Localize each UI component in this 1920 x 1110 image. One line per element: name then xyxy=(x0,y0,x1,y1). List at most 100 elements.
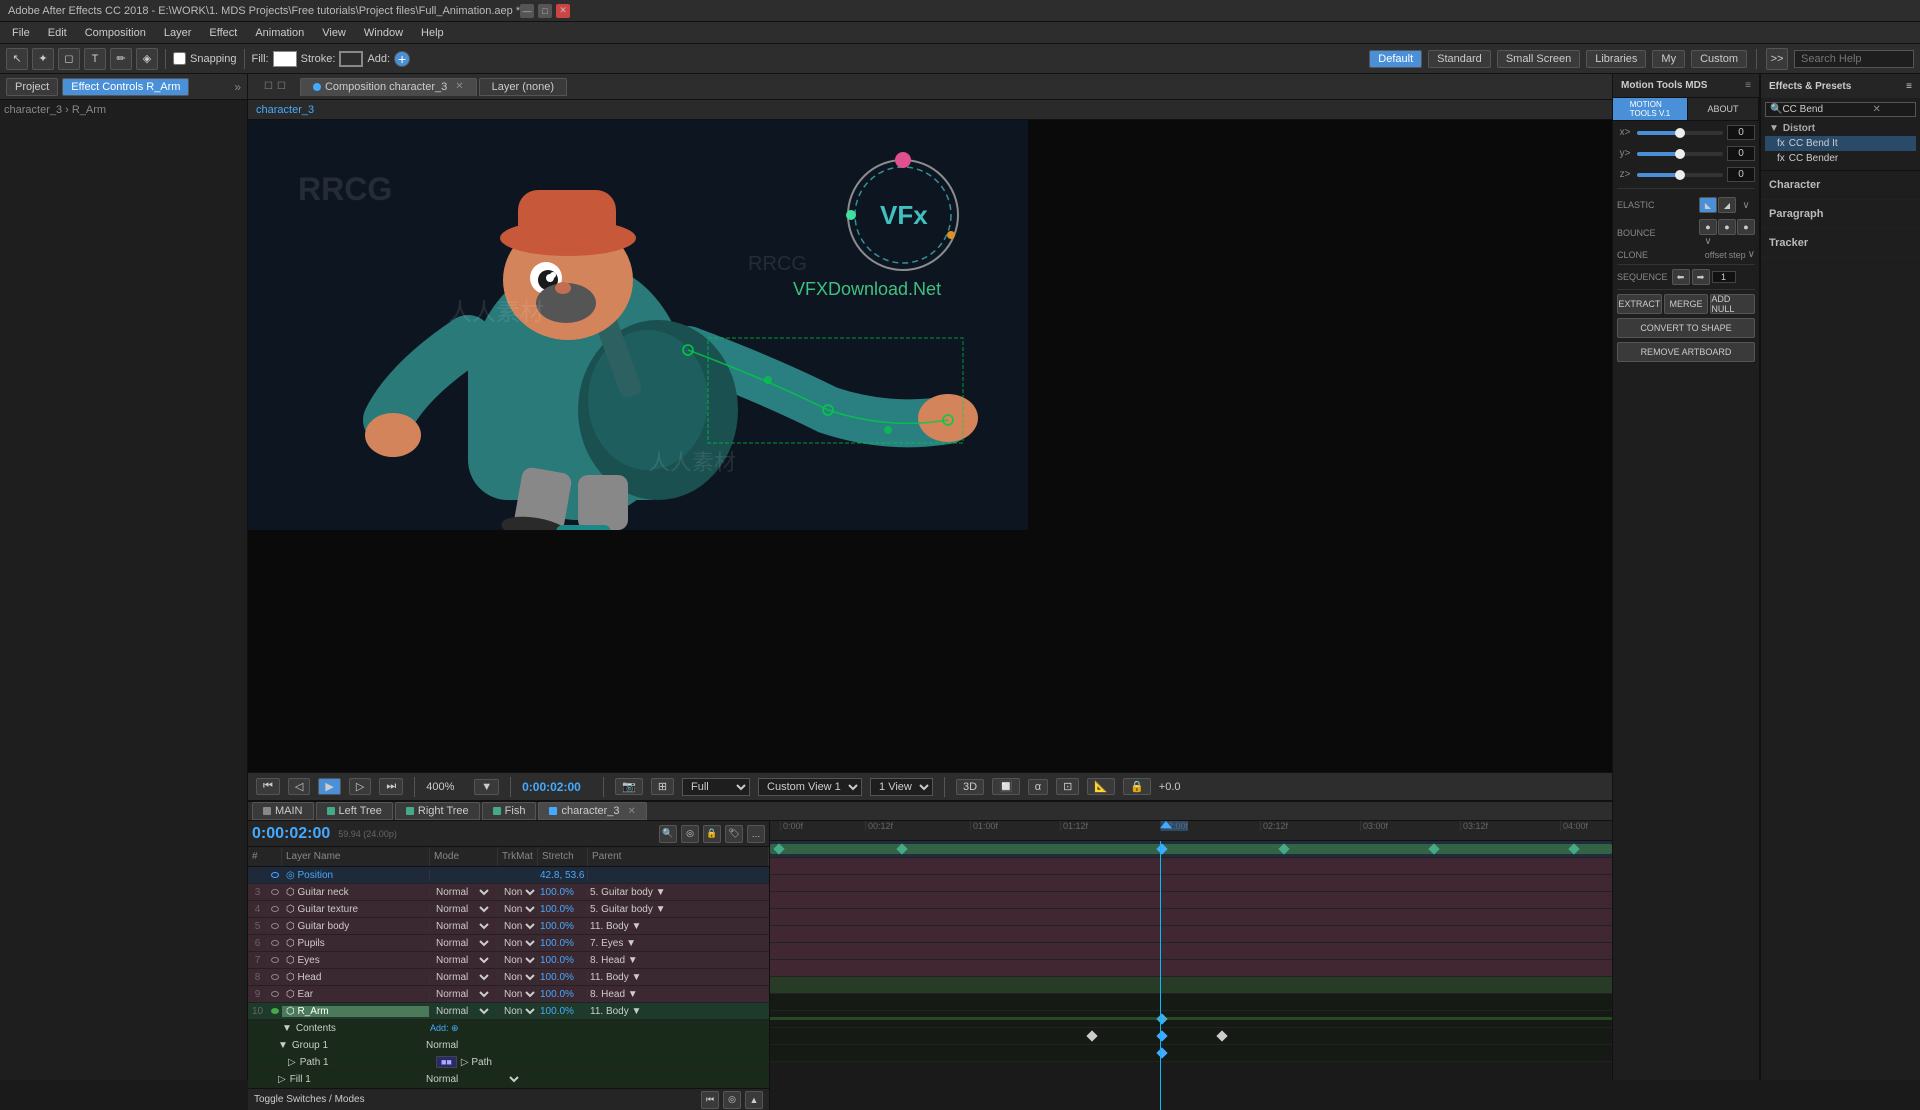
layer-row-4[interactable]: 4 ⬡ Guitar texture Normal None 100.0% 5.… xyxy=(248,901,769,918)
layer-row-6[interactable]: 6 ⬡ Pupils Normal None 100.0% 7. Eyes ▼ xyxy=(248,935,769,952)
mt-z-value[interactable] xyxy=(1727,167,1755,182)
trmmt-select-7[interactable]: None xyxy=(500,954,538,967)
layer-row-contents[interactable]: ▼Contents Add: ⊕ xyxy=(248,1020,769,1037)
tl-bottom-icon-1[interactable]: ⏮ xyxy=(701,1091,719,1109)
mt-elastic-btn-1[interactable]: ◣ xyxy=(1699,197,1717,213)
viewer-timeline-btn[interactable]: ⏮ xyxy=(256,778,280,795)
mt-x-slider[interactable] xyxy=(1637,131,1723,135)
preset-custom[interactable]: Custom xyxy=(1691,50,1747,68)
tl-icon-more[interactable]: … xyxy=(747,825,765,843)
add-button[interactable]: + xyxy=(394,51,410,67)
layer-row-path1[interactable]: ▷Path 1 ■■ ▷ Path xyxy=(248,1054,769,1071)
menu-layer[interactable]: Layer xyxy=(156,25,200,41)
kf-path1-1[interactable] xyxy=(1086,1030,1097,1041)
viewer-prev-frame[interactable]: ◁ xyxy=(288,778,310,795)
effects-presets-collapse[interactable]: ≡ xyxy=(1906,81,1912,92)
fill1-mode-select[interactable] xyxy=(462,1073,522,1085)
ep-folder-distort[interactable]: ▼ Distort xyxy=(1765,121,1916,136)
ep-item-cc-bend-it[interactable]: fx CC Bend It xyxy=(1765,136,1916,151)
motion-tools-collapse[interactable]: ≡ xyxy=(1745,80,1751,91)
menu-animation[interactable]: Animation xyxy=(247,25,312,41)
mt-elastic-expand[interactable]: ∨ xyxy=(1737,197,1755,213)
tl-tab-right-tree[interactable]: Right Tree xyxy=(395,802,480,820)
preset-my[interactable]: My xyxy=(1652,50,1685,68)
mt-x-value[interactable] xyxy=(1727,125,1755,140)
mt-remove-artboard-btn[interactable]: REMOVE ARTBOARD xyxy=(1617,342,1755,362)
trmmt-select-9[interactable]: None xyxy=(500,988,538,1001)
brush-tool[interactable]: ✏ xyxy=(110,48,132,70)
mt-y-value[interactable] xyxy=(1727,146,1755,161)
mt-convert-shape-btn[interactable]: CONVERT TO SHAPE xyxy=(1617,318,1755,338)
mt-seq-left[interactable]: ⬅ xyxy=(1672,269,1690,285)
viewer-play-btn[interactable]: ▶ xyxy=(318,778,340,795)
viewer-grid-btn[interactable]: ⊞ xyxy=(651,778,674,795)
mp-tab-motion[interactable]: MOTIONTOOLS V.1 xyxy=(1613,98,1688,120)
fill-color-swatch[interactable] xyxy=(273,51,297,67)
left-panel-expand[interactable]: » xyxy=(234,80,241,94)
tl-tab-main[interactable]: MAIN xyxy=(252,802,314,820)
layer-row-7[interactable]: 7 ⬡ Eyes Normal None 100.0% 8. Head ▼ xyxy=(248,952,769,969)
tl-tab-fish[interactable]: Fish xyxy=(482,802,537,820)
mt-extract-btn[interactable]: EXTRACT xyxy=(1617,294,1662,314)
tab-effect-controls[interactable]: Effect Controls R_Arm xyxy=(62,78,189,96)
tl-icon-lock[interactable]: 🔒 xyxy=(703,825,721,843)
menu-effect[interactable]: Effect xyxy=(201,25,245,41)
select-tool[interactable]: ↖ xyxy=(6,48,28,70)
layer-row-group1[interactable]: ▼Group 1 Normal xyxy=(248,1037,769,1054)
mt-elastic-btn-2[interactable]: ◢ xyxy=(1718,197,1736,213)
tl-icon-solo[interactable]: ◎ xyxy=(681,825,699,843)
preset-small-screen[interactable]: Small Screen xyxy=(1497,50,1580,68)
mt-bounce-btn-2[interactable]: ● xyxy=(1718,219,1736,235)
more-presets-button[interactable]: >> xyxy=(1766,48,1788,70)
layer-row-9[interactable]: 9 ⬡ Ear Normal None 100.0% 8. Head ▼ xyxy=(248,986,769,1003)
text-tool[interactable]: T xyxy=(84,48,106,70)
character-title[interactable]: Character xyxy=(1769,175,1912,195)
tl-icon-label[interactable]: 🏷 xyxy=(725,825,743,843)
menu-help[interactable]: Help xyxy=(413,25,452,41)
viewer-3d-btn[interactable]: 3D xyxy=(956,779,984,795)
viewer-zoom-select[interactable]: ▼ xyxy=(474,779,499,795)
mt-z-thumb[interactable] xyxy=(1675,170,1685,180)
viewer-lock-btn[interactable]: 🔒 xyxy=(1123,778,1151,795)
trmmt-select-5[interactable]: None xyxy=(500,920,538,933)
menu-file[interactable]: File xyxy=(4,25,38,41)
preset-libraries[interactable]: Libraries xyxy=(1586,50,1646,68)
ep-search-clear[interactable]: ✕ xyxy=(1872,104,1880,115)
mode-select-7[interactable]: Normal xyxy=(432,954,492,967)
comp-tab-character3[interactable]: Composition character_3 ✕ xyxy=(300,78,477,96)
mt-merge-btn[interactable]: MERGE xyxy=(1664,294,1709,314)
mp-tab-about[interactable]: ABOUT xyxy=(1688,98,1759,120)
mode-select-4[interactable]: Normal xyxy=(432,903,492,916)
tl-bottom-icon-2[interactable]: ◎ xyxy=(723,1091,741,1109)
mt-y-thumb[interactable] xyxy=(1675,149,1685,159)
mode-select-8[interactable]: Normal xyxy=(432,971,492,984)
mt-clone-expand[interactable]: ∨ xyxy=(1748,249,1755,260)
mode-select-5[interactable]: Normal xyxy=(432,920,492,933)
search-help-input[interactable] xyxy=(1794,50,1914,68)
tl-tab-left-tree[interactable]: Left Tree xyxy=(316,802,393,820)
add-content-btn[interactable]: Add: ⊕ xyxy=(430,1023,459,1034)
mt-x-thumb[interactable] xyxy=(1675,128,1685,138)
layer-row-5[interactable]: 5 ⬡ Guitar body Normal None 100.0% 11. B… xyxy=(248,918,769,935)
mode-select-6[interactable]: Normal xyxy=(432,937,492,950)
viewer-end-btn[interactable]: ⏭ xyxy=(379,778,403,795)
tab-project[interactable]: Project xyxy=(6,78,58,96)
mt-y-slider[interactable] xyxy=(1637,152,1723,156)
mt-bounce-btn-1[interactable]: ● xyxy=(1699,219,1717,235)
viewer-view-count-select[interactable]: 1 View xyxy=(870,778,933,796)
menu-edit[interactable]: Edit xyxy=(40,25,75,41)
menu-view[interactable]: View xyxy=(314,25,354,41)
tracker-title[interactable]: Tracker xyxy=(1769,233,1912,253)
trmmt-select-8[interactable]: None xyxy=(500,971,538,984)
maximize-button[interactable]: □ xyxy=(538,4,552,18)
close-button[interactable]: ✕ xyxy=(556,4,570,18)
stroke-color-swatch[interactable] xyxy=(339,51,363,67)
viewer-safe-btn[interactable]: ⊡ xyxy=(1056,778,1079,795)
kf-path1-2[interactable] xyxy=(1156,1030,1167,1041)
pen-tool[interactable]: ✦ xyxy=(32,48,54,70)
tl-icon-search[interactable]: 🔍 xyxy=(659,825,677,843)
kf-path1-3[interactable] xyxy=(1216,1030,1227,1041)
viewer-render-btn[interactable]: 🔲 xyxy=(992,778,1020,795)
layer-row-position[interactable]: ◎ Position 42.8, 53.6 xyxy=(248,867,769,884)
ep-search-input[interactable] xyxy=(1782,104,1872,115)
